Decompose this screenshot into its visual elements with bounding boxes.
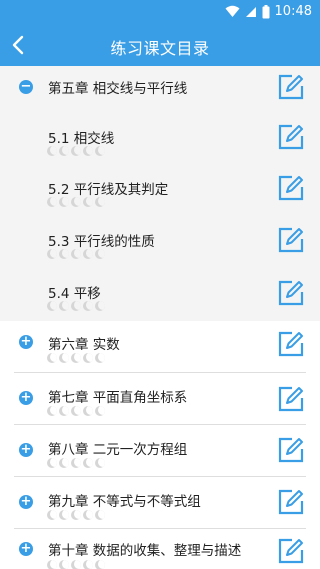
section-row[interactable]: 5.4 平移 xyxy=(0,268,320,321)
edit-icon[interactable] xyxy=(278,74,304,100)
signal-icon xyxy=(245,7,256,17)
moon-icon xyxy=(71,560,81,569)
progress-moons xyxy=(47,146,105,156)
moon-icon xyxy=(83,197,93,207)
page-title: 练习课文目录 xyxy=(110,39,210,58)
edit-icon[interactable] xyxy=(278,489,304,515)
edit-icon[interactable] xyxy=(278,124,304,150)
edit-icon[interactable] xyxy=(278,538,304,564)
moon-icon xyxy=(59,406,69,416)
chapter-label: 第十章 数据的收集、整理与描述 xyxy=(48,543,242,559)
moon-icon xyxy=(83,353,93,363)
chapter-row[interactable]: + 第六章 实数 xyxy=(0,321,320,373)
edit-icon[interactable] xyxy=(278,175,304,201)
chapter-label: 第八章 二元一次方程组 xyxy=(48,442,188,458)
moon-icon xyxy=(95,146,105,156)
edit-icon[interactable] xyxy=(278,331,304,357)
progress-moons xyxy=(47,510,105,520)
edit-icon[interactable] xyxy=(278,280,304,306)
moon-icon xyxy=(47,249,57,259)
section-row[interactable]: 5.3 平行线的性质 xyxy=(0,216,320,268)
moon-icon xyxy=(71,197,81,207)
chapter-label: 第五章 相交线与平行线 xyxy=(48,81,188,97)
section-label: 5.2 平行线及其判定 xyxy=(48,182,169,198)
moon-icon xyxy=(59,146,69,156)
moon-icon xyxy=(59,249,69,259)
chapter-row[interactable]: + 第九章 不等式与不等式组 xyxy=(0,477,320,529)
moon-icon xyxy=(83,406,93,416)
expand-icon[interactable]: + xyxy=(19,335,33,349)
moon-icon xyxy=(83,301,93,311)
moon-icon xyxy=(95,406,105,416)
moon-icon xyxy=(95,301,105,311)
expand-icon[interactable]: + xyxy=(19,443,33,457)
battery-icon xyxy=(262,4,270,18)
moon-icon xyxy=(83,249,93,259)
progress-moons xyxy=(47,301,105,311)
moon-icon xyxy=(71,301,81,311)
moon-icon xyxy=(59,510,69,520)
moon-icon xyxy=(59,301,69,311)
status-time: 10:48 xyxy=(274,4,312,19)
section-row[interactable]: 5.1 相交线 xyxy=(0,113,320,165)
app-bar: 练习课文目录 xyxy=(0,24,320,66)
section-label: 5.4 平移 xyxy=(48,286,101,302)
moon-icon xyxy=(71,249,81,259)
expand-icon[interactable]: + xyxy=(19,495,33,509)
section-label: 5.1 相交线 xyxy=(48,131,115,147)
expand-icon[interactable]: + xyxy=(19,542,33,556)
moon-icon xyxy=(71,146,81,156)
chapter-label: 第九章 不等式与不等式组 xyxy=(48,494,201,510)
edit-icon[interactable] xyxy=(278,437,304,463)
chapter-label: 第七章 平面直角坐标系 xyxy=(48,390,188,406)
moon-icon xyxy=(59,560,69,569)
moon-icon xyxy=(95,560,105,569)
chapter-label: 第六章 实数 xyxy=(48,337,120,353)
moon-icon xyxy=(83,458,93,468)
progress-moons xyxy=(47,249,105,259)
chapter-row[interactable]: + 第七章 平面直角坐标系 xyxy=(0,373,320,425)
section-row[interactable]: 5.2 平行线及其判定 xyxy=(0,165,320,216)
collapse-icon[interactable]: − xyxy=(19,80,33,94)
chapter-row[interactable]: + 第十章 数据的收集、整理与描述 xyxy=(0,529,320,569)
chapter-row[interactable]: + 第八章 二元一次方程组 xyxy=(0,425,320,477)
moon-icon xyxy=(71,406,81,416)
moon-icon xyxy=(59,458,69,468)
progress-moons xyxy=(47,406,105,416)
moon-icon xyxy=(59,197,69,207)
moon-icon xyxy=(47,560,57,569)
status-bar: 10:48 xyxy=(0,0,320,24)
progress-moons xyxy=(47,353,105,363)
moon-icon xyxy=(95,510,105,520)
moon-icon xyxy=(47,458,57,468)
wifi-icon xyxy=(225,5,240,17)
moon-icon xyxy=(47,301,57,311)
edit-icon[interactable] xyxy=(278,386,304,412)
moon-icon xyxy=(47,146,57,156)
section-label: 5.3 平行线的性质 xyxy=(48,234,155,250)
progress-moons xyxy=(47,458,105,468)
moon-icon xyxy=(71,510,81,520)
moon-icon xyxy=(95,353,105,363)
edit-icon[interactable] xyxy=(278,227,304,253)
moon-icon xyxy=(71,353,81,363)
progress-moons xyxy=(47,560,105,569)
lesson-list[interactable]: − 第五章 相交线与平行线 5.1 相交线 5.2 平行线及其判定 5.3 平行… xyxy=(0,66,320,569)
moon-icon xyxy=(83,146,93,156)
moon-icon xyxy=(95,249,105,259)
moon-icon xyxy=(95,197,105,207)
progress-moons xyxy=(47,197,105,207)
moon-icon xyxy=(47,197,57,207)
moon-icon xyxy=(47,406,57,416)
moon-icon xyxy=(95,458,105,468)
moon-icon xyxy=(59,353,69,363)
moon-icon xyxy=(47,353,57,363)
moon-icon xyxy=(71,458,81,468)
moon-icon xyxy=(83,560,93,569)
expand-icon[interactable]: + xyxy=(19,391,33,405)
moon-icon xyxy=(83,510,93,520)
chapter-row[interactable]: − 第五章 相交线与平行线 xyxy=(0,66,320,113)
moon-icon xyxy=(47,510,57,520)
